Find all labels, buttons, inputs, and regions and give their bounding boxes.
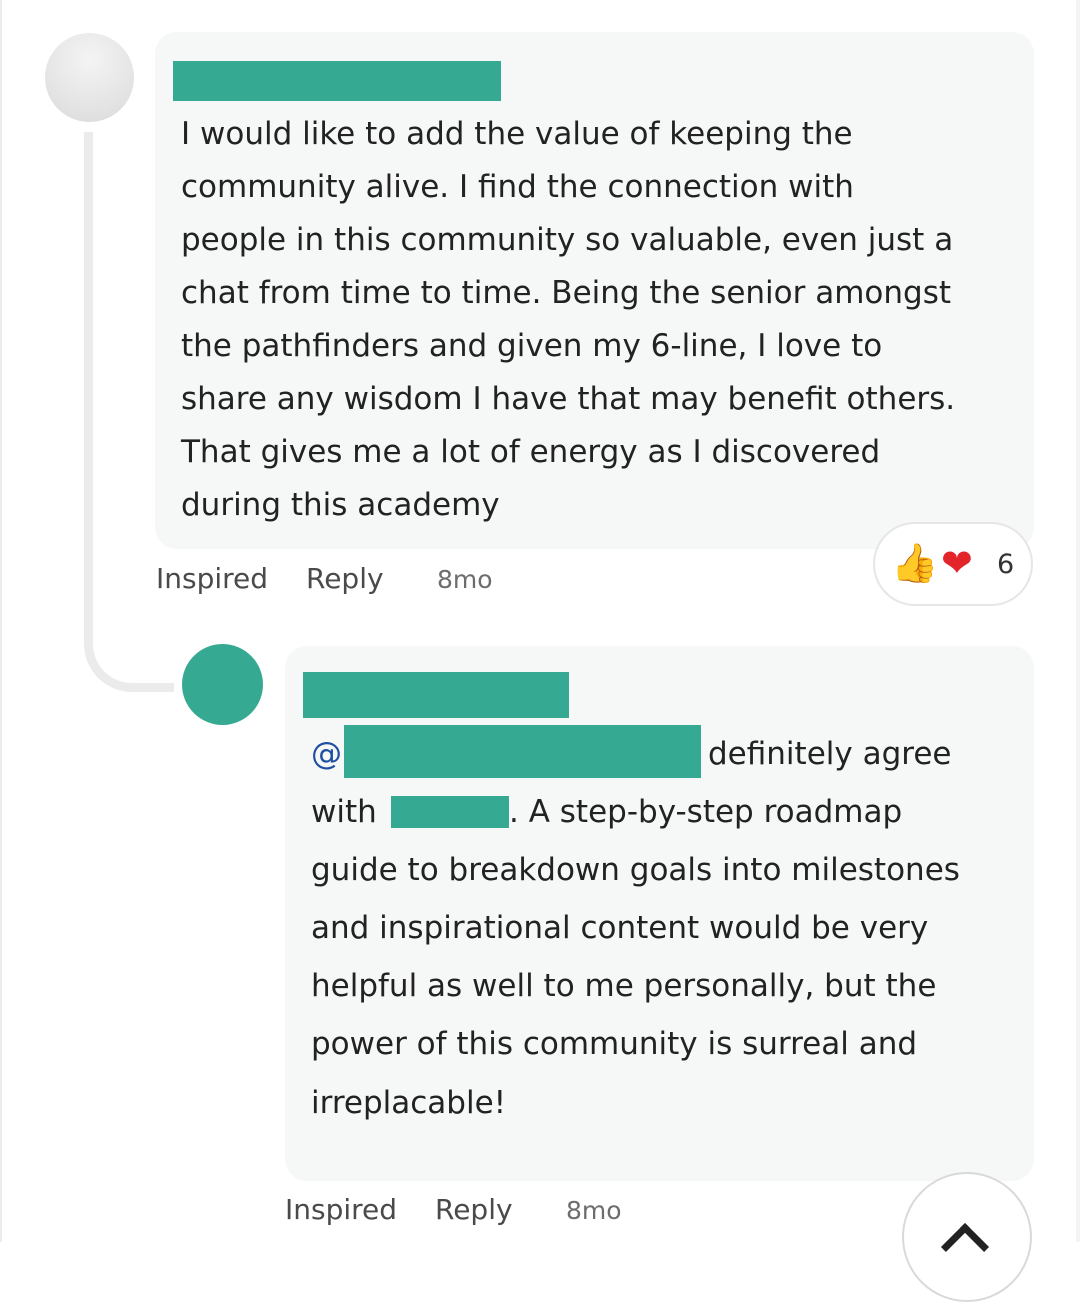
redacted-mention[interactable] bbox=[344, 725, 701, 778]
reply-button[interactable]: Reply bbox=[306, 561, 384, 597]
comment-line: during this academy bbox=[181, 487, 500, 523]
avatar[interactable] bbox=[182, 644, 263, 725]
comment-line: and inspirational content would be very bbox=[311, 910, 929, 946]
inspired-button[interactable]: Inspired bbox=[156, 561, 268, 597]
scroll-to-top-button[interactable] bbox=[902, 1172, 1032, 1302]
page-right-edge bbox=[1076, 0, 1080, 1242]
reactions-pill[interactable]: 👍 ❤ 6 bbox=[873, 522, 1033, 606]
page-left-edge bbox=[0, 0, 2, 1242]
heart-icon: ❤ bbox=[941, 541, 973, 585]
redacted-author-name bbox=[303, 672, 569, 718]
inspired-button[interactable]: Inspired bbox=[285, 1192, 397, 1228]
comment-timestamp: 8mo bbox=[437, 565, 493, 594]
comment-line: That gives me a lot of energy as I disco… bbox=[181, 434, 881, 470]
comment-line: people in this community so valuable, ev… bbox=[181, 222, 954, 258]
chevron-up-icon bbox=[940, 1222, 990, 1272]
comment-line: power of this community is surreal and bbox=[311, 1026, 918, 1062]
comment-line: definitely agree bbox=[708, 736, 952, 772]
comment-line: . A step-by-step roadmap bbox=[509, 794, 903, 830]
redacted-name-inline bbox=[391, 796, 509, 828]
comment-body: I would like to add the value of keeping… bbox=[181, 108, 1021, 532]
comment-line: the pathfinders and given my 6-line, I l… bbox=[181, 328, 883, 364]
comment-line: with bbox=[311, 794, 377, 830]
comment-timestamp: 8mo bbox=[566, 1196, 622, 1225]
comment-line: share any wisdom I have that may benefit… bbox=[181, 381, 956, 417]
reply-button[interactable]: Reply bbox=[435, 1192, 513, 1228]
comment-line: guide to breakdown goals into milestones bbox=[311, 852, 960, 888]
avatar[interactable] bbox=[45, 33, 134, 122]
mention-at-sign[interactable]: @ bbox=[311, 734, 342, 774]
redacted-author-name bbox=[173, 61, 501, 101]
comment-line: community alive. I find the connection w… bbox=[181, 169, 854, 205]
comment-line: I would like to add the value of keeping… bbox=[181, 116, 853, 152]
comment-line: irreplacable! bbox=[311, 1085, 507, 1121]
comment-line: chat from time to time. Being the senior… bbox=[181, 275, 952, 311]
reaction-count: 6 bbox=[997, 549, 1015, 580]
comment-line: helpful as well to me personally, but th… bbox=[311, 968, 937, 1004]
thumbs-up-icon: 👍 bbox=[891, 541, 939, 585]
